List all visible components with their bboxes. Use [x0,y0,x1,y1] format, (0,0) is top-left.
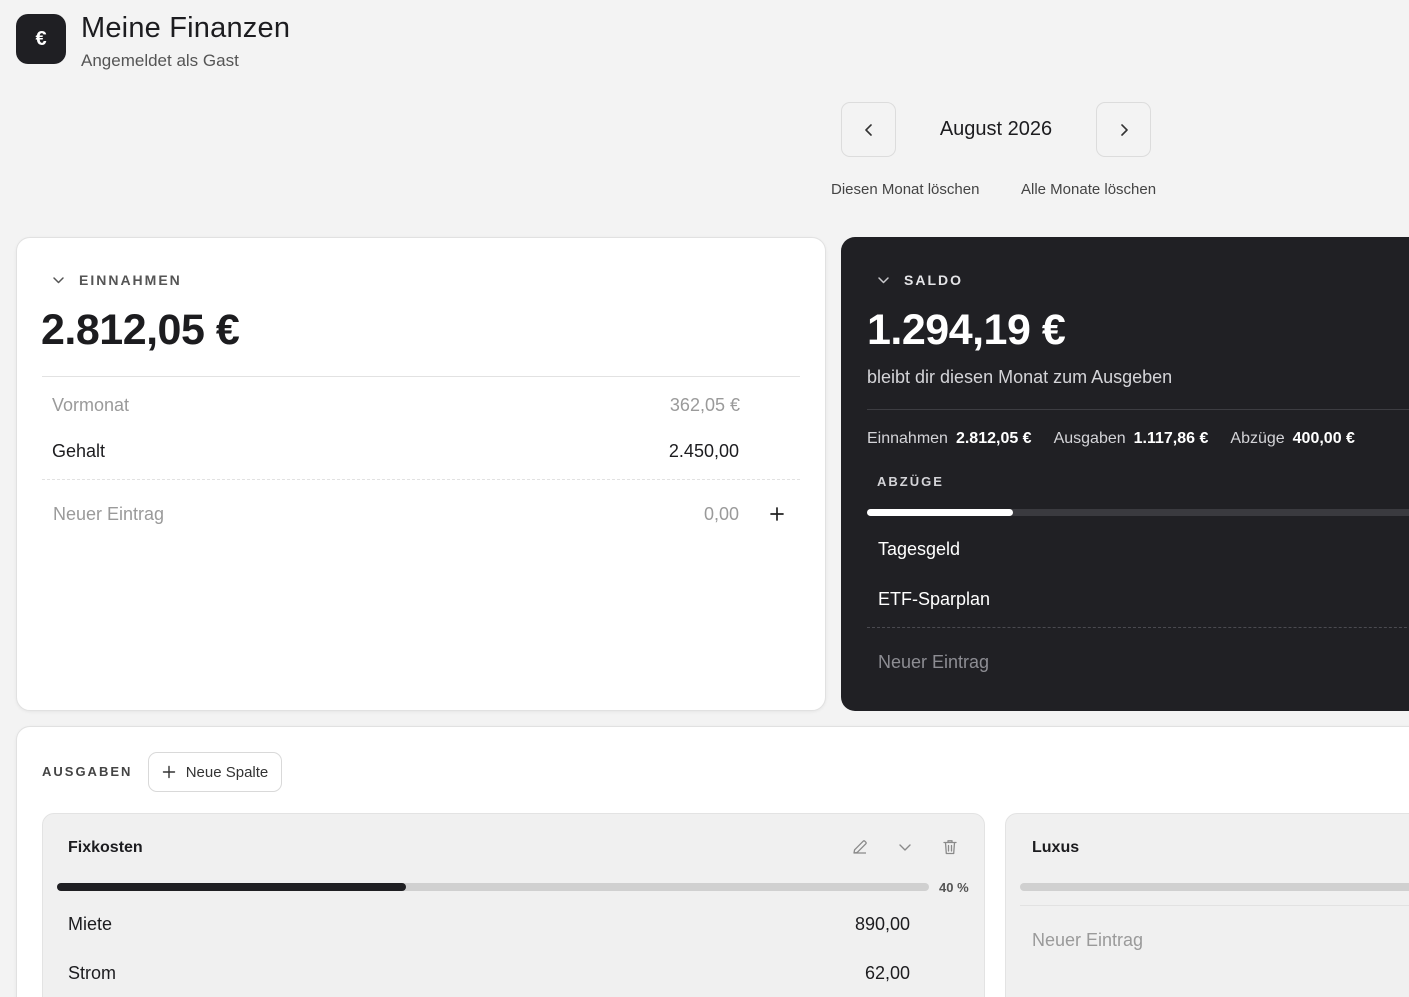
chevron-left-icon [864,123,872,136]
income-item-value[interactable]: 2.450,00 [669,441,739,462]
balance-toggle[interactable]: SALDO [877,272,963,288]
stat-label: Ausgaben [1053,430,1126,447]
app-title: Meine Finanzen [81,12,291,44]
balance-total: 1.294,19 € [867,306,1066,354]
stat-label: Einnahmen [867,430,948,447]
expense-item-value[interactable]: 62,00 [865,963,910,984]
deduction-new-entry-input[interactable]: Neuer Eintrag [878,652,989,673]
plus-icon [162,765,175,779]
expense-item-label[interactable]: Miete [68,914,112,935]
pencil-icon [853,840,867,854]
delete-column-button[interactable] [939,836,961,858]
column-title[interactable]: Luxus [1032,839,1079,857]
expense-item-label[interactable]: Strom [68,963,116,984]
expense-item-value[interactable]: 890,00 [855,914,910,935]
next-month-button[interactable] [1096,102,1151,157]
new-column-button[interactable]: Neue Spalte [148,752,282,792]
divider [867,627,1409,628]
income-new-entry-amount[interactable]: 0,00 [704,504,739,525]
edit-column-button[interactable] [849,836,871,858]
balance-heading: SALDO [904,272,963,288]
balance-summary: Einnahmen 2.812,05 € Ausgaben 1.117,86 €… [867,430,1369,448]
expense-column-fixkosten [42,813,985,997]
stat-value: 1.117,86 € [1133,430,1209,447]
chevron-right-icon [1120,123,1128,136]
plus-icon [770,507,784,521]
expenses-heading: AUSGABEN [42,764,133,779]
current-month: August 2026 [939,118,1053,140]
collapse-column-button[interactable] [894,836,916,858]
deductions-progress-bar [867,509,1409,516]
income-item-label[interactable]: Vormonat [52,395,129,416]
column-progress-bar [1020,883,1409,891]
divider [42,479,800,480]
income-total: 2.812,05 € [41,306,240,354]
expense-new-entry-input[interactable]: Neuer Eintrag [1032,930,1143,951]
deductions-progress-fill [867,509,1013,516]
income-item-value[interactable]: 362,05 € [670,395,740,416]
stat-value: 2.812,05 € [955,430,1032,447]
divider [42,376,800,377]
income-toggle[interactable]: EINNAHMEN [52,272,182,288]
column-percent: 40 % [939,880,969,895]
deduction-item[interactable]: Tagesgeld [878,539,960,560]
income-heading: EINNAHMEN [79,272,182,288]
divider [867,409,1409,410]
chevron-down-icon [53,276,64,283]
add-income-button[interactable] [766,503,788,525]
divider [1020,905,1409,906]
app-logo: € [16,14,66,64]
balance-caption: bleibt dir diesen Monat zum Ausgeben [867,367,1173,387]
deduction-item[interactable]: ETF-Sparplan [878,589,990,610]
income-new-entry-input[interactable]: Neuer Eintrag [53,504,164,525]
column-progress-fill [57,883,406,891]
column-title[interactable]: Fixkosten [68,839,143,857]
prev-month-button[interactable] [841,102,896,157]
new-column-label: Neue Spalte [185,763,269,781]
column-progress-bar [57,883,929,891]
deductions-heading: ABZÜGE [877,474,944,489]
trash-icon [943,840,957,855]
delete-month-button[interactable]: Diesen Monat löschen [831,181,979,198]
stat-label: Abzüge [1230,430,1285,447]
income-item-label[interactable]: Gehalt [52,441,105,462]
user-status: Angemeldet als Gast [81,51,239,70]
chevron-down-icon [899,844,911,851]
delete-all-months-button[interactable]: Alle Monate löschen [1021,181,1156,198]
stat-value: 400,00 € [1292,430,1355,447]
euro-icon: € [35,27,47,50]
chevron-down-icon [878,276,889,283]
